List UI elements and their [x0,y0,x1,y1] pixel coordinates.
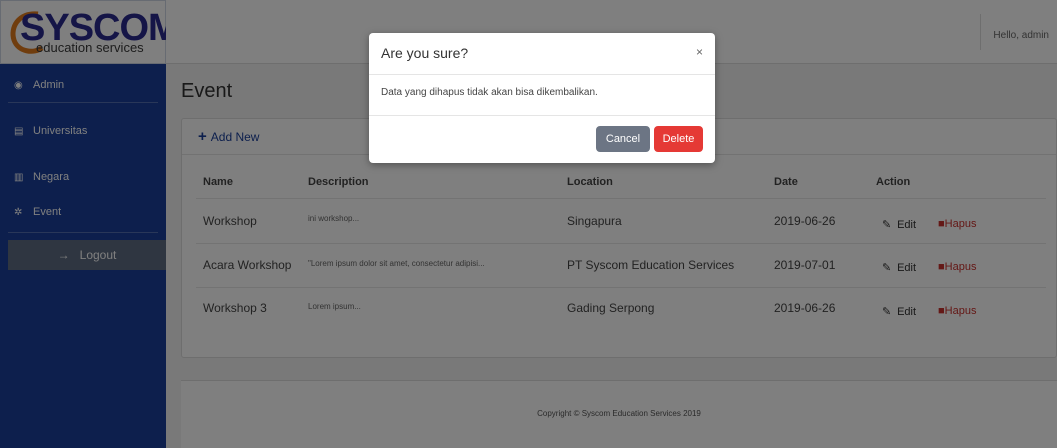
close-icon[interactable]: × [696,45,703,59]
dialog-title: Are you sure? [381,45,469,61]
dialog-message: Data yang dihapus tidak akan bisa dikemb… [381,87,598,98]
dialog-header-divider [369,74,715,75]
cancel-button[interactable]: Cancel [596,126,650,152]
delete-button[interactable]: Delete [654,126,703,152]
dialog-footer-divider [369,115,715,116]
confirm-dialog: Are you sure? × Data yang dihapus tidak … [369,33,715,163]
